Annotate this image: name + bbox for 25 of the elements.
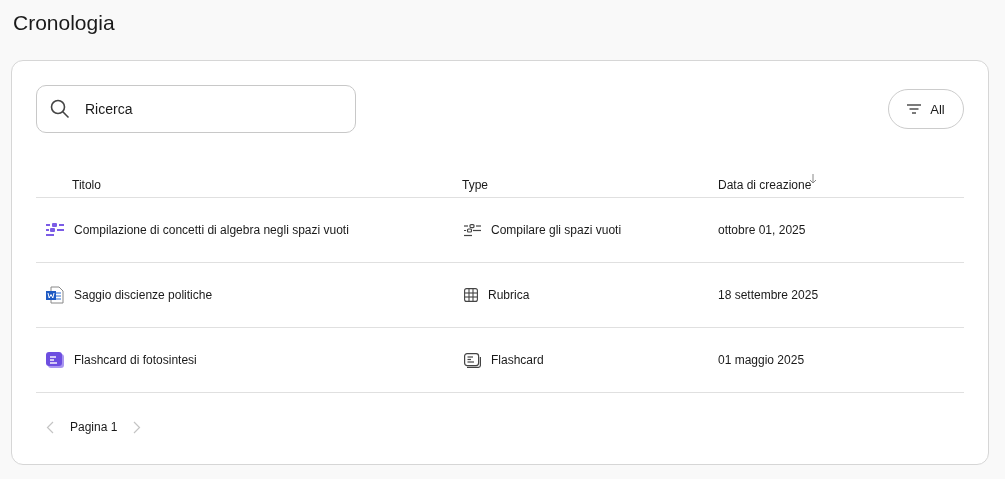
filter-icon bbox=[907, 104, 922, 114]
column-header[interactable]: Data di creazione bbox=[718, 178, 818, 192]
column-header[interactable]: Titolo bbox=[72, 178, 101, 192]
type-cell: Flashcard bbox=[491, 353, 544, 367]
page-label: Pagina 1 bbox=[70, 420, 118, 434]
title-cell[interactable]: Compilazione di concetti di algebra negli spazi vuoti bbox=[74, 223, 349, 237]
search-field[interactable]: Ricerca bbox=[36, 85, 356, 133]
flashcard-icon bbox=[46, 352, 64, 368]
page-title: Cronologia bbox=[13, 10, 116, 36]
search-icon bbox=[50, 99, 70, 119]
title-cell[interactable]: Flashcard di fotosintesi bbox=[74, 353, 197, 367]
title-cell[interactable]: Saggio discienze politiche bbox=[74, 288, 213, 302]
date-cell: ottobre 01, 2025 bbox=[718, 223, 806, 237]
document-icon bbox=[46, 286, 64, 304]
filter-button[interactable]: All bbox=[888, 89, 964, 129]
date-cell: 01 maggio 2025 bbox=[718, 353, 805, 367]
grid-icon bbox=[464, 288, 478, 302]
flashcard-icon bbox=[464, 352, 481, 368]
fill-blanks-icon bbox=[46, 223, 64, 237]
date-cell: 18 settembre 2025 bbox=[718, 288, 819, 302]
type-cell: Rubrica bbox=[488, 288, 530, 302]
column-header[interactable]: Type bbox=[462, 178, 488, 192]
type-cell: Compilare gli spazi vuoti bbox=[491, 223, 622, 237]
sort-arrow-icon bbox=[809, 174, 818, 184]
fill-blanks-icon bbox=[464, 223, 481, 237]
